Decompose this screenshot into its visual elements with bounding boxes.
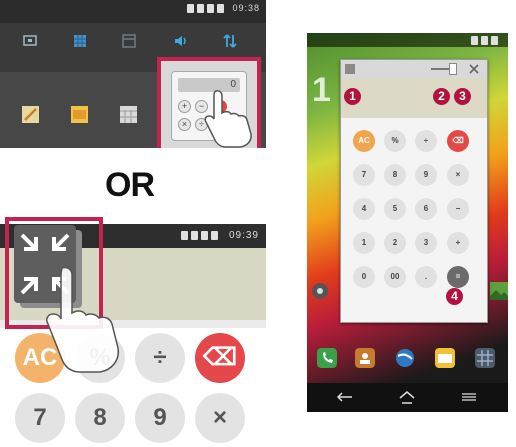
volume-icon[interactable]	[174, 34, 188, 48]
key-7[interactable]: 7	[353, 164, 375, 186]
mini-key-plus: +	[178, 100, 191, 113]
key-minus[interactable]: −	[447, 198, 469, 220]
email-icon[interactable]	[435, 348, 455, 368]
window-restore-icon[interactable]	[345, 64, 355, 74]
callout-3: 3	[454, 88, 471, 105]
calculator-closeup-screenshot: 09:39 AC % ÷ ⌫ 7 8 9 ×	[0, 208, 266, 447]
or-label: OR	[105, 166, 155, 204]
transparency-slider-thumb[interactable]	[449, 63, 457, 75]
navigation-bar	[307, 383, 508, 412]
grid-icon[interactable]	[73, 34, 87, 48]
callout-4: 4	[446, 288, 463, 305]
key-8[interactable]: 8	[384, 164, 406, 186]
key-divide[interactable]: ÷	[415, 130, 437, 152]
data-icon[interactable]	[223, 34, 237, 48]
window-titlebar[interactable]	[341, 60, 487, 78]
key-8[interactable]: 8	[75, 393, 125, 443]
mini-key-multiply: ×	[178, 118, 191, 131]
apps-icon[interactable]	[475, 348, 495, 368]
key-0[interactable]: 0	[353, 266, 375, 288]
key-3[interactable]: 3	[415, 232, 437, 254]
quick-settings-screenshot: 09:38 0 + − × ÷	[0, 0, 266, 148]
key-6[interactable]: 6	[415, 198, 437, 220]
callout-2: 2	[433, 88, 450, 105]
key-equals[interactable]: =	[447, 266, 469, 288]
key-decimal[interactable]: .	[415, 266, 437, 288]
key-7[interactable]: 7	[15, 393, 65, 443]
status-icons	[471, 36, 498, 45]
key-backspace[interactable]: ⌫	[195, 333, 245, 383]
key-4[interactable]: 4	[353, 198, 375, 220]
settings-icon[interactable]	[311, 282, 329, 300]
home-icon[interactable]	[399, 390, 415, 404]
notebook-icon[interactable]	[71, 106, 88, 123]
close-icon[interactable]	[469, 64, 479, 74]
key-multiply[interactable]: ×	[447, 164, 469, 186]
status-bar: 09:38	[0, 0, 266, 18]
key-2[interactable]: 2	[384, 232, 406, 254]
gallery-icon[interactable]	[490, 282, 508, 300]
status-bar	[307, 33, 508, 47]
key-1[interactable]: 1	[353, 232, 375, 254]
screen-icon[interactable]	[23, 34, 37, 48]
key-5[interactable]: 5	[384, 198, 406, 220]
key-percent[interactable]: %	[384, 130, 406, 152]
key-divide[interactable]: ÷	[135, 333, 185, 383]
window-icon[interactable]	[122, 34, 136, 48]
status-time: 09:39	[228, 230, 259, 241]
clock-widget: 1	[312, 71, 331, 109]
hand-pointer-icon	[204, 90, 252, 148]
status-icons	[181, 231, 218, 240]
contacts-icon[interactable]	[355, 348, 375, 368]
key-backspace[interactable]: ⌫	[447, 130, 469, 152]
key-multiply[interactable]: ×	[195, 393, 245, 443]
hand-pointer-icon	[46, 266, 120, 373]
calendar-icon[interactable]	[120, 106, 137, 123]
key-00[interactable]: 00	[384, 266, 406, 288]
phone-icon[interactable]	[317, 348, 337, 368]
back-icon[interactable]	[337, 392, 353, 402]
status-icons	[187, 4, 224, 13]
menu-icon[interactable]	[462, 393, 476, 401]
internet-icon[interactable]	[395, 348, 415, 368]
key-9[interactable]: 9	[415, 164, 437, 186]
memo-icon[interactable]	[22, 106, 39, 123]
key-all-clear[interactable]: AC	[353, 130, 375, 152]
key-9[interactable]: 9	[135, 393, 185, 443]
key-plus[interactable]: +	[447, 232, 469, 254]
callout-1: 1	[344, 88, 361, 105]
status-time: 09:38	[232, 3, 260, 13]
phone-screenshot: 1 AC % ÷ ⌫ 7 8 9 × 4 5 6 − 1 2 3 + 0 00 …	[307, 33, 508, 412]
